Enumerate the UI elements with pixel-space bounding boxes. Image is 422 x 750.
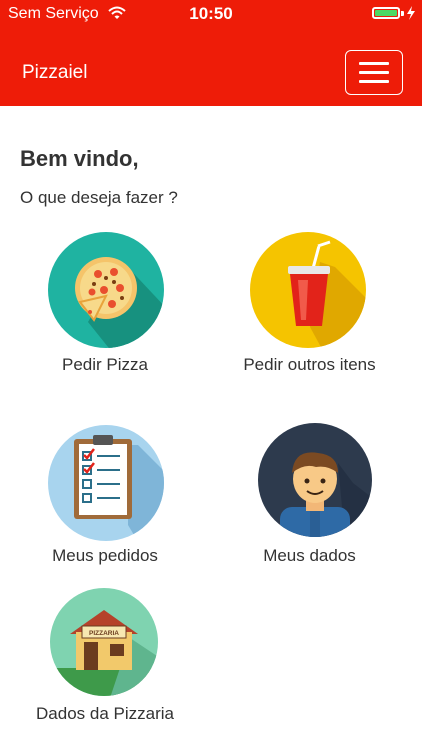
order-other-items-tile[interactable]: Pedir outros itens [222, 232, 397, 382]
welcome-title: Bem vindo, [20, 146, 139, 171]
pizzeria-sign-text: PIZZARIA [89, 630, 119, 637]
pizzeria-info-tile[interactable]: PIZZARIA Dados da Pizzaria [20, 588, 190, 728]
pizzeria-house-icon: PIZZARIA [50, 588, 158, 696]
pizzeria-info-label: Dados da Pizzaria [36, 704, 174, 723]
order-other-items-label: Pedir outros itens [243, 355, 376, 374]
clipboard-checklist-icon [48, 425, 164, 541]
my-data-tile[interactable]: Meus dados [222, 423, 397, 568]
pizza-icon [48, 232, 164, 348]
hamburger-menu-button[interactable] [345, 50, 403, 95]
charging-bolt-icon [407, 6, 415, 20]
soda-cup-icon [250, 232, 366, 348]
my-data-label: Meus dados [263, 546, 356, 565]
battery-tip [401, 11, 404, 16]
user-avatar-icon [258, 423, 372, 537]
welcome-subtitle: O que deseja fazer ? [20, 188, 178, 207]
my-orders-label: Meus pedidos [52, 546, 158, 565]
app-title[interactable]: Pizzaiel [22, 62, 87, 84]
order-pizza-label: Pedir Pizza [62, 355, 148, 374]
clock: 10:50 [189, 4, 233, 23]
battery-icon [372, 7, 400, 19]
my-orders-tile[interactable]: Meus pedidos [20, 425, 190, 570]
order-pizza-tile[interactable]: Pedir Pizza [20, 232, 190, 382]
navbar: Pizzaiel [0, 28, 422, 106]
status-bar: Sem Serviço 10:50 [0, 0, 422, 28]
